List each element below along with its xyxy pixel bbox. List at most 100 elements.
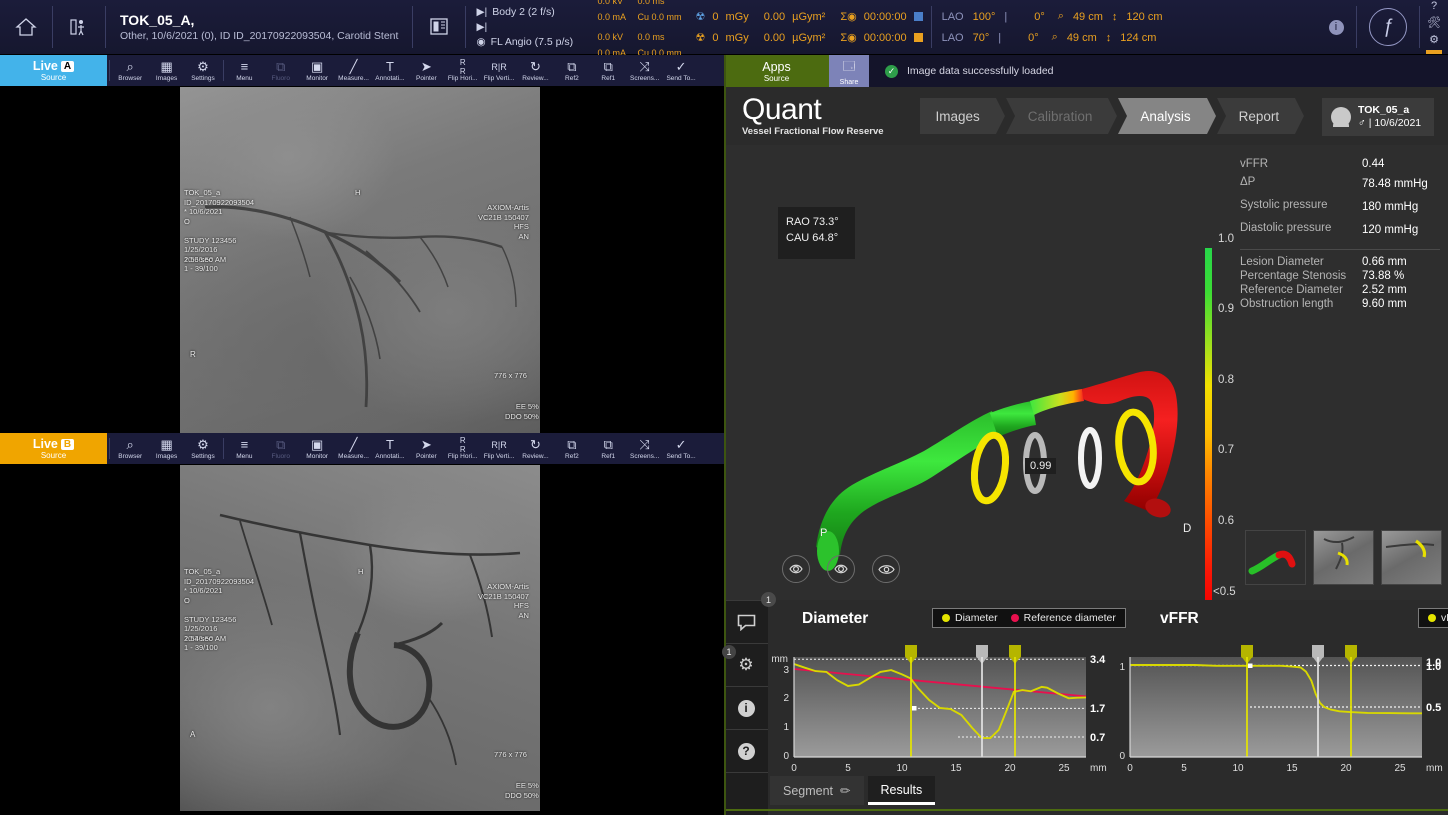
system-status-bar: TOK_05_A, Other, 10/6/2021 (0), ID ID_20… (0, 0, 1448, 55)
legend-label: Reference diameter (1024, 612, 1116, 624)
toolbox-icon[interactable]: 🛠 (1427, 16, 1441, 29)
projection-angle: 70° (973, 32, 990, 44)
tool-images[interactable]: ▦Images (148, 433, 184, 464)
tool-menu[interactable]: ≡Menu (226, 55, 262, 86)
angio-view-1-thumbnail[interactable] (1313, 530, 1374, 585)
help-icon[interactable]: ? (724, 730, 768, 773)
tool-label: Pointer (416, 75, 437, 82)
monitor-layout-icon[interactable] (413, 0, 465, 54)
tool-review[interactable]: ↻Review... (517, 55, 553, 86)
legend-swatch-reference (1011, 614, 1019, 622)
tool-pointer[interactable]: ➤Pointer (408, 55, 444, 86)
tool-ref1[interactable]: ⧉Ref1 (590, 433, 626, 464)
vessel-mid-segment (990, 401, 1036, 437)
angio-view-2-thumbnail[interactable] (1381, 530, 1442, 585)
tool-fluoro[interactable]: ⧉Fluoro (263, 433, 299, 464)
diameter-cursor-point[interactable] (912, 706, 917, 711)
tool-send-to[interactable]: ✓Send To... (663, 55, 699, 86)
tool-ref1[interactable]: ⧉Ref1 (590, 55, 626, 86)
apps-source-button[interactable]: Apps Source (724, 55, 829, 87)
tool-label: Annotati... (375, 75, 404, 82)
tool-flip-vertical[interactable]: R|RFlip Verti... (481, 55, 517, 86)
tool-review[interactable]: ↻Review... (517, 433, 553, 464)
legend-label: vFFR (1441, 612, 1448, 624)
tab-label: Segment (783, 784, 833, 798)
tool-settings[interactable]: ⚙Settings (185, 55, 221, 86)
search-icon: ⌕ (127, 437, 134, 452)
viewport-a[interactable]: TOK_05_a ID_20170922093504 * 10/6/2021 O… (0, 87, 724, 433)
marker-ring-distal[interactable] (1115, 410, 1156, 483)
tool-annotate[interactable]: TAnnotati... (372, 433, 408, 464)
visibility-icon[interactable] (872, 555, 900, 583)
tool-send-to[interactable]: ✓Send To... (663, 433, 699, 464)
marker-ring-reference[interactable] (1081, 430, 1099, 486)
sid-value: 49 cm (1073, 11, 1103, 23)
live-source-b-button[interactable]: LiveB Source (0, 433, 107, 464)
tool-menu[interactable]: ≡Menu (226, 433, 262, 464)
step-report[interactable]: Report (1217, 98, 1296, 134)
patient-position-icon[interactable] (53, 0, 105, 54)
comment-icon[interactable] (724, 601, 768, 644)
tool-flip-horizontal[interactable]: RRFlip Hori... (445, 433, 481, 464)
patient-chip[interactable]: TOK_05_a ♂ | 10/6/2021 (1322, 98, 1434, 136)
vessel-rotate-icon[interactable] (827, 555, 855, 583)
live-source-a-button[interactable]: LiveA Source (0, 55, 107, 86)
tab-segment[interactable]: Segment ✏ (770, 776, 864, 805)
vffr-ytick: 1 (1119, 662, 1125, 673)
patient-description: Other, 10/6/2021 (0), ID ID_201709220935… (120, 29, 398, 43)
ref1-icon: ⧉ (604, 437, 613, 452)
info-icon[interactable]: i (1316, 0, 1356, 54)
vffr-xtick: 0 (1127, 763, 1133, 774)
dap-unit: µGym² (792, 11, 825, 23)
patient-info[interactable]: TOK_05_A, Other, 10/6/2021 (0), ID ID_20… (106, 0, 412, 54)
tool-annotate[interactable]: TAnnotati... (372, 55, 408, 86)
step-calibration[interactable]: Calibration (1006, 98, 1109, 134)
tool-monitor[interactable]: ▣Monitor (299, 433, 335, 464)
check-circle-icon: ✓ (885, 65, 898, 78)
diameter-xtick: 20 (1004, 763, 1016, 774)
tool-ref2[interactable]: ⧉Ref2 (554, 433, 590, 464)
dose-value: 0 (712, 32, 718, 44)
status-message: Image data successfully loaded (907, 65, 1054, 77)
tool-browser[interactable]: ⌕Browser (112, 433, 148, 464)
vessel-view-icon[interactable] (782, 555, 810, 583)
tool-settings[interactable]: ⚙Settings (185, 433, 221, 464)
measurement-label: Obstruction length (1240, 298, 1362, 310)
tool-fluoro[interactable]: ⧉Fluoro (263, 55, 299, 86)
step-analysis[interactable]: Analysis (1118, 98, 1206, 134)
projection-label: LAO (942, 32, 964, 44)
chart-index-badge: 1 (722, 645, 736, 659)
avatar (1331, 107, 1351, 127)
tool-screens[interactable]: ⤨Screens... (626, 433, 662, 464)
overlay-duration-a: 2.56 sec (184, 255, 212, 265)
review-icon: ↻ (530, 59, 541, 74)
gear-icon[interactable]: ⚙ (1429, 33, 1439, 46)
vessel-3d-thumbnail[interactable] (1245, 530, 1306, 585)
colorbar-tick: 0.8 (1218, 374, 1234, 386)
tool-flip-horizontal[interactable]: RRFlip Hori... (445, 55, 481, 86)
diameter-xtick: 15 (950, 763, 962, 774)
viewport-b[interactable]: TOK_05_a ID_20170922093504 * 10/6/2021 O… (0, 465, 724, 811)
overlay-ee-ddo-b: EE 5% DDO 50% (505, 781, 539, 800)
tool-images[interactable]: ▦Images (148, 55, 184, 86)
tool-ref2[interactable]: ⧉Ref2 (554, 55, 590, 86)
help-icon[interactable]: ? (1431, 0, 1437, 12)
vffr-chart[interactable]: 1 0 0 5 10 15 20 25 mm 1.0 1.0 0.5 (1108, 645, 1448, 810)
vffr-cursor-point[interactable] (1248, 664, 1253, 669)
tool-measure[interactable]: ╱Measure... (335, 55, 371, 86)
tool-screens[interactable]: ⤨Screens... (626, 55, 662, 86)
tool-pointer[interactable]: ➤Pointer (408, 433, 444, 464)
info-icon[interactable]: i (724, 687, 768, 730)
tool-measure[interactable]: ╱Measure... (335, 433, 371, 464)
tool-label: Measure... (338, 453, 369, 460)
share-button[interactable]: 🗔 Share (829, 55, 869, 87)
tool-flip-vertical[interactable]: R|RFlip Verti... (481, 433, 517, 464)
step-images[interactable]: Images (920, 98, 996, 134)
tool-monitor[interactable]: ▣Monitor (299, 55, 335, 86)
measurement-row: vFFR0.44 (1240, 155, 1440, 173)
tab-results[interactable]: Results (868, 776, 936, 805)
tool-browser[interactable]: ⌕Browser (112, 55, 148, 86)
home-icon[interactable] (0, 0, 52, 54)
dose-value: 0 (712, 11, 718, 23)
flip-vertical-icon: R|R (491, 437, 506, 452)
